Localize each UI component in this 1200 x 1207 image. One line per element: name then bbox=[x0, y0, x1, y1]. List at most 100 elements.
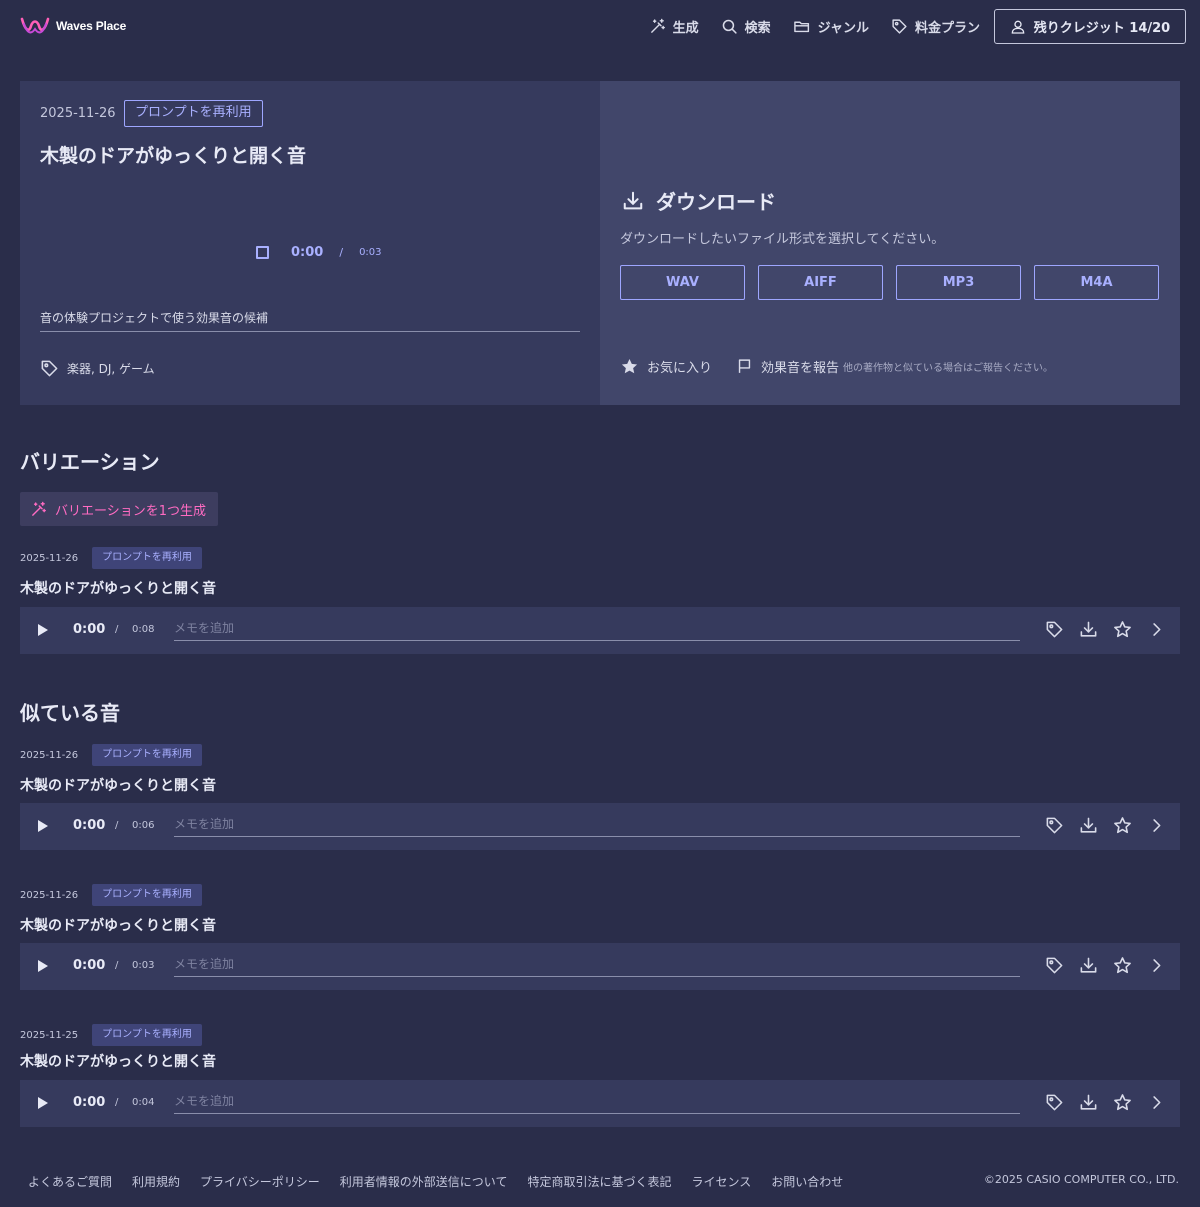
footer-link-faq[interactable]: よくあるご質問 bbox=[28, 1173, 112, 1190]
time-separator: / bbox=[115, 624, 119, 635]
tag-icon[interactable] bbox=[1045, 1093, 1064, 1112]
chevron-right-icon[interactable] bbox=[1147, 816, 1166, 835]
user-icon bbox=[1011, 20, 1025, 34]
sound-row-player: 0:00 / 0:08 メモを追加 bbox=[20, 607, 1180, 654]
nav-genre-label: ジャンル bbox=[817, 21, 869, 36]
nav-genre[interactable]: ジャンル bbox=[793, 17, 869, 36]
report-button[interactable]: 効果音を報告 bbox=[736, 357, 839, 376]
item-title: 木製のドアがゆっくりと開く音 bbox=[20, 918, 216, 934]
footer-link-commercial-law[interactable]: 特定商取引法に基づく表記 bbox=[527, 1173, 671, 1190]
copyright: ©2025 CASIO COMPUTER CO., LTD. bbox=[983, 1173, 1179, 1186]
memo-input[interactable]: メモを追加 bbox=[174, 955, 1020, 977]
format-mp3-button[interactable]: MP3 bbox=[896, 265, 1021, 300]
download-panel: ダウンロード ダウンロードしたいファイル形式を選択してください。 WAV AIF… bbox=[600, 81, 1180, 405]
time-separator: / bbox=[339, 246, 344, 259]
item-title: 木製のドアがゆっくりと開く音 bbox=[20, 581, 216, 597]
logo-text: Waves Place bbox=[56, 19, 127, 33]
row-actions bbox=[1045, 956, 1166, 975]
chevron-right-icon[interactable] bbox=[1147, 1093, 1166, 1112]
item-date: 2025-11-26 bbox=[20, 552, 79, 564]
sound-player: 0:00 / 0:03 bbox=[256, 245, 382, 260]
play-icon[interactable] bbox=[36, 1096, 50, 1110]
item-date: 2025-11-26 bbox=[20, 889, 79, 901]
nav-search-label: 検索 bbox=[744, 21, 771, 36]
format-aiff-button[interactable]: AIFF bbox=[758, 265, 883, 300]
format-m4a-button[interactable]: M4A bbox=[1034, 265, 1159, 300]
generate-variation-label: バリエーションを1つ生成 bbox=[55, 503, 207, 519]
nav-pricing[interactable]: 料金プラン bbox=[891, 17, 980, 36]
star-icon[interactable] bbox=[1113, 1093, 1132, 1112]
current-time: 0:00 bbox=[73, 622, 106, 637]
report-note: 他の著作物と似ている場合はご報告ください。 bbox=[843, 363, 1054, 374]
similar-title: 似ている音 bbox=[20, 701, 120, 725]
download-icon[interactable] bbox=[1079, 956, 1098, 975]
footer-links: よくあるご質問 利用規約 プライバシーポリシー 利用者情報の外部送信について 特… bbox=[28, 1173, 843, 1190]
current-time: 0:00 bbox=[73, 818, 106, 833]
similar-item-meta: 2025-11-26 プロンプトを再利用 bbox=[20, 884, 202, 906]
format-wav-button[interactable]: WAV bbox=[620, 265, 745, 300]
chevron-right-icon[interactable] bbox=[1147, 956, 1166, 975]
variation-item-meta: 2025-11-26 プロンプトを再利用 bbox=[20, 547, 202, 569]
stop-button[interactable] bbox=[256, 246, 269, 259]
download-icon[interactable] bbox=[1079, 816, 1098, 835]
footer-link-privacy[interactable]: プライバシーポリシー bbox=[200, 1173, 320, 1190]
tag-icon[interactable] bbox=[1045, 816, 1064, 835]
footer-link-license[interactable]: ライセンス bbox=[691, 1173, 751, 1190]
reuse-prompt-button[interactable]: プロンプトを再利用 bbox=[124, 100, 263, 127]
magic-wand-icon bbox=[650, 18, 665, 33]
download-title: ダウンロード bbox=[622, 186, 776, 215]
logo[interactable]: Waves Place bbox=[20, 16, 126, 36]
main-nav: 生成 検索 ジャンル 料金プラン bbox=[649, 17, 980, 36]
nav-generate[interactable]: 生成 bbox=[649, 17, 699, 36]
memo-input[interactable]: メモを追加 bbox=[174, 815, 1020, 837]
reuse-prompt-button[interactable]: プロンプトを再利用 bbox=[92, 547, 202, 569]
footer-link-external-transmission[interactable]: 利用者情報の外部送信について bbox=[340, 1173, 508, 1190]
tags-text[interactable]: 楽器, DJ, ゲーム bbox=[67, 360, 155, 377]
item-title: 木製のドアがゆっくりと開く音 bbox=[20, 1054, 216, 1070]
similar-item-meta: 2025-11-25 プロンプトを再利用 bbox=[20, 1024, 202, 1046]
footer-link-contact[interactable]: お問い合わせ bbox=[771, 1173, 843, 1190]
row-actions bbox=[1045, 816, 1166, 835]
reuse-prompt-button[interactable]: プロンプトを再利用 bbox=[92, 744, 202, 766]
nav-search[interactable]: 検索 bbox=[721, 17, 771, 36]
star-icon[interactable] bbox=[1113, 816, 1132, 835]
variations-title: バリエーション bbox=[20, 450, 160, 474]
magic-wand-icon bbox=[32, 501, 46, 516]
play-icon[interactable] bbox=[36, 959, 50, 973]
time-separator: / bbox=[115, 820, 119, 831]
current-time: 0:00 bbox=[73, 958, 106, 973]
star-icon[interactable] bbox=[1113, 956, 1132, 975]
footer-link-terms[interactable]: 利用規約 bbox=[132, 1173, 180, 1190]
memo-input[interactable]: メモを追加 bbox=[174, 1092, 1020, 1114]
item-date: 2025-11-25 bbox=[20, 1029, 79, 1041]
tag-icon[interactable] bbox=[1045, 956, 1064, 975]
duration: 0:03 bbox=[132, 960, 155, 971]
memo-field[interactable]: 音の体験プロジェクトで使う効果音の候補 bbox=[40, 309, 580, 332]
item-title: 木製のドアがゆっくりと開く音 bbox=[20, 778, 216, 794]
duration: 0:03 bbox=[359, 247, 382, 258]
star-filled-icon bbox=[621, 358, 638, 374]
search-icon bbox=[722, 19, 737, 34]
play-icon[interactable] bbox=[36, 623, 50, 637]
download-icon[interactable] bbox=[1079, 1093, 1098, 1112]
download-icon[interactable] bbox=[1079, 620, 1098, 639]
star-icon[interactable] bbox=[1113, 620, 1132, 639]
play-icon[interactable] bbox=[36, 819, 50, 833]
memo-input[interactable]: メモを追加 bbox=[174, 619, 1020, 641]
chevron-right-icon[interactable] bbox=[1147, 620, 1166, 639]
reuse-prompt-button[interactable]: プロンプトを再利用 bbox=[92, 1024, 202, 1046]
duration: 0:04 bbox=[132, 1097, 155, 1108]
download-description: ダウンロードしたいファイル形式を選択してください。 bbox=[620, 232, 945, 247]
time-separator: / bbox=[115, 1097, 119, 1108]
credits-button[interactable]: 残りクレジット 14/20 bbox=[994, 9, 1186, 44]
reuse-prompt-button[interactable]: プロンプトを再利用 bbox=[92, 884, 202, 906]
sound-row-player: 0:00 / 0:04 メモを追加 bbox=[20, 1080, 1180, 1127]
current-time: 0:00 bbox=[73, 1095, 106, 1110]
row-actions bbox=[1045, 1093, 1166, 1112]
generate-variation-button[interactable]: バリエーションを1つ生成 bbox=[20, 492, 218, 526]
sound-row-player: 0:00 / 0:06 メモを追加 bbox=[20, 803, 1180, 850]
duration: 0:08 bbox=[132, 624, 155, 635]
tag-icon[interactable] bbox=[1045, 620, 1064, 639]
current-time: 0:00 bbox=[291, 245, 324, 260]
favorite-button[interactable]: お気に入り bbox=[620, 357, 712, 376]
